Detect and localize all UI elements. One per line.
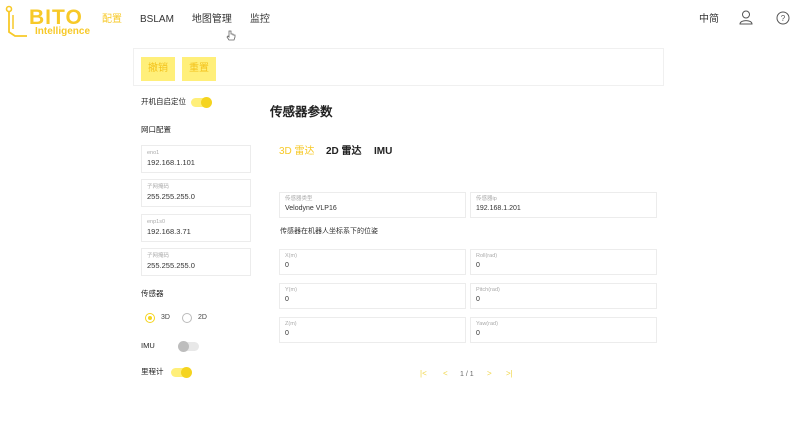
sensor-type-field[interactable]: 传感器类型 Velodyne VLP16 — [279, 192, 466, 218]
field-value: 192.168.1.101 — [147, 158, 195, 167]
field-label: Roll(rad) — [476, 253, 498, 259]
field-value: 0 — [285, 262, 289, 269]
pose-x-field[interactable]: X(m) 0 — [279, 249, 466, 275]
field-label: X(m) — [285, 253, 297, 259]
undo-button[interactable]: 撤销 — [141, 57, 175, 81]
field-label: 传感器类型 — [285, 196, 313, 202]
pose-pitch-field[interactable]: Pitch(rad) 0 — [470, 283, 657, 309]
odometer-toggle[interactable] — [171, 367, 192, 378]
pose-y-field[interactable]: Y(m) 0 — [279, 283, 466, 309]
svg-text:?: ? — [781, 14, 786, 23]
tab-imu[interactable]: IMU — [374, 145, 392, 159]
eno1-field[interactable]: eno1 192.168.1.101 — [141, 145, 251, 173]
field-value: 192.168.1.201 — [476, 205, 521, 212]
tab-3d-lidar[interactable]: 3D 雷达 — [279, 145, 315, 159]
sensor-section-title: 传感器 — [141, 289, 164, 298]
field-value: Velodyne VLP16 — [285, 205, 337, 212]
prev-page-button[interactable]: < — [443, 369, 448, 379]
sensor-3d-label: 3D — [161, 314, 170, 321]
field-value: 0 — [476, 262, 480, 269]
pose-section-title: 传感器在机器人坐标系下的位姿 — [280, 228, 378, 235]
field-label: Z(m) — [285, 321, 297, 327]
field-label: Yaw(rad) — [476, 321, 498, 327]
action-bar: 撤销 重置 — [133, 48, 664, 86]
field-value: 0 — [285, 296, 289, 303]
sensor-2d-label: 2D — [198, 314, 207, 321]
network-section-title: 网口配置 — [141, 125, 171, 134]
field-label: Y(m) — [285, 287, 297, 293]
next-page-button[interactable]: > — [487, 369, 492, 379]
last-page-button[interactable]: >| — [506, 369, 513, 379]
field-value: 0 — [476, 296, 480, 303]
main-title: 传感器参数 — [270, 105, 333, 119]
language-switch[interactable]: 中简 — [699, 13, 719, 27]
field-label: 子网掩码 — [147, 253, 170, 259]
sensor-3d-radio[interactable] — [145, 313, 155, 323]
nav-config[interactable]: 配置 — [102, 13, 122, 27]
pose-yaw-field[interactable]: Yaw(rad) 0 — [470, 317, 657, 343]
main-nav: 配置 BSLAM 地图管理 监控 — [102, 13, 288, 27]
reset-button[interactable]: 重置 — [182, 57, 216, 81]
field-value: 0 — [285, 330, 289, 337]
enp1s0-netmask-field[interactable]: 子网掩码 255.255.255.0 — [141, 248, 251, 276]
logo-subtitle: Intelligence — [35, 26, 91, 37]
user-icon[interactable] — [739, 10, 753, 25]
odometer-label: 里程计 — [141, 367, 164, 376]
enp1s0-field[interactable]: enp1s0 192.168.3.71 — [141, 214, 251, 242]
field-value: 255.255.255.0 — [147, 192, 195, 201]
first-page-button[interactable]: |< — [420, 369, 427, 379]
top-header: BITO Intelligence 配置 BSLAM 地图管理 监控 中简 ? — [0, 0, 800, 41]
imu-toggle[interactable] — [178, 341, 199, 352]
nav-map-management[interactable]: 地图管理 — [192, 13, 232, 27]
field-value: 0 — [476, 330, 480, 337]
sensor-ip-field[interactable]: 传感器ip 192.168.1.201 — [470, 192, 657, 218]
brand-logo[interactable]: BITO Intelligence — [5, 4, 95, 38]
field-value: 255.255.255.0 — [147, 261, 195, 270]
hand-pointer-icon — [226, 30, 236, 41]
field-value: 192.168.3.71 — [147, 227, 191, 236]
pose-roll-field[interactable]: Roll(rad) 0 — [470, 249, 657, 275]
field-label: Pitch(rad) — [476, 287, 500, 293]
nav-monitor[interactable]: 监控 — [250, 13, 270, 27]
auto-locate-toggle[interactable] — [191, 97, 212, 108]
help-icon[interactable]: ? — [776, 11, 790, 25]
tab-2d-lidar[interactable]: 2D 雷达 — [326, 145, 362, 159]
field-label: 传感器ip — [476, 196, 497, 202]
sensor-2d-radio[interactable] — [182, 313, 192, 323]
nav-bslam[interactable]: BSLAM — [140, 13, 174, 27]
circuit-logo-icon — [5, 5, 27, 37]
eno1-netmask-field[interactable]: 子网掩码 255.255.255.0 — [141, 179, 251, 207]
imu-label: IMU — [141, 341, 155, 350]
field-label: 子网掩码 — [147, 184, 170, 190]
field-label: enp1s0 — [147, 219, 166, 225]
auto-locate-label: 开机自启定位 — [141, 97, 186, 106]
page-indicator: 1 / 1 — [460, 371, 474, 378]
pose-z-field[interactable]: Z(m) 0 — [279, 317, 466, 343]
field-label: eno1 — [147, 150, 160, 156]
